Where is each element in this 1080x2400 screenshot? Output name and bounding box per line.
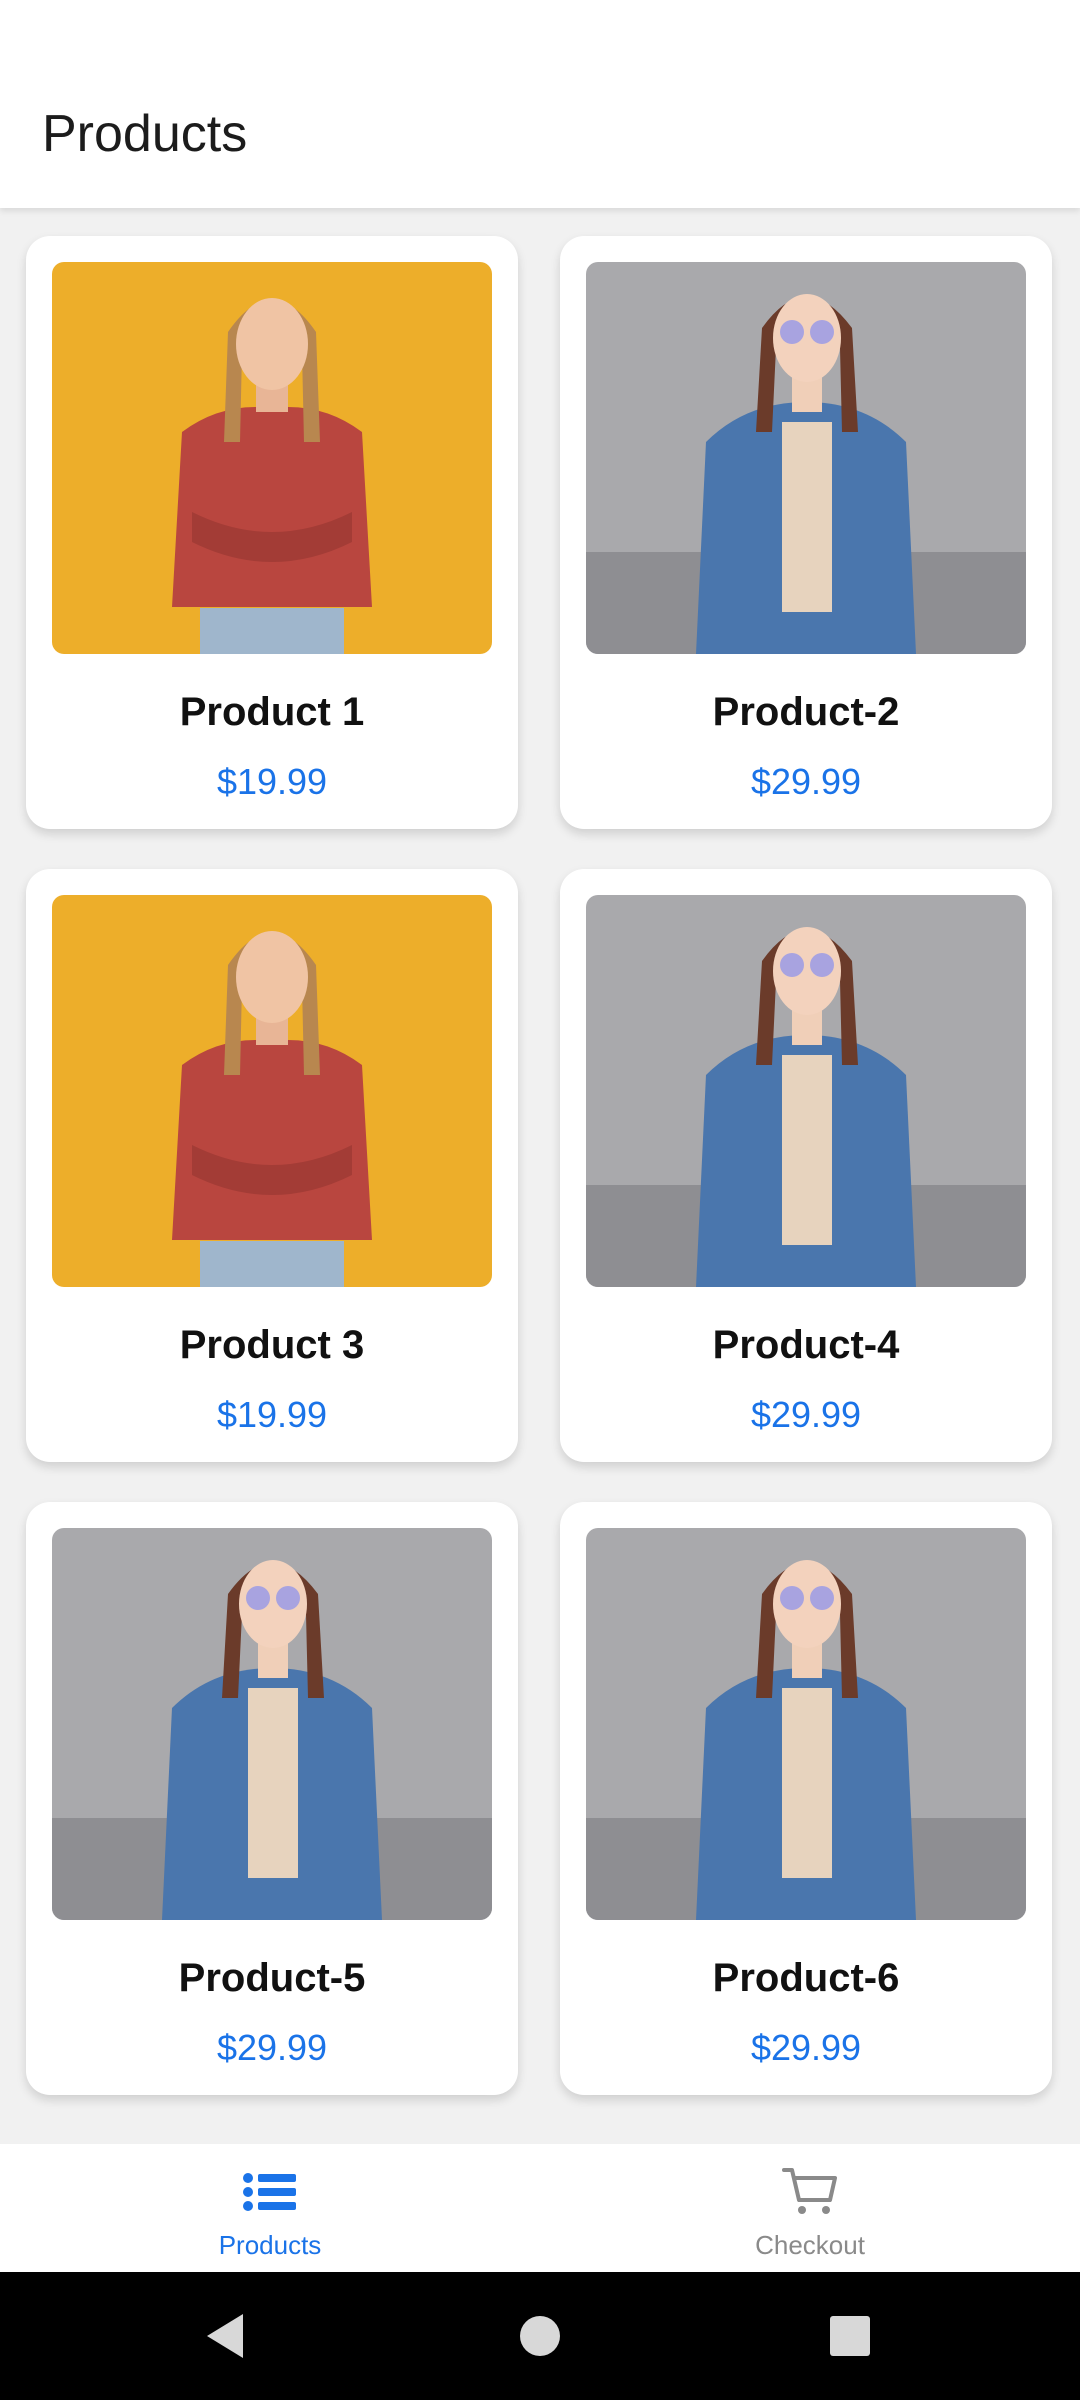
product-image (52, 262, 492, 654)
product-price: $29.99 (750, 2027, 862, 2068)
product-card[interactable]: Product-6 $29.99 (560, 1502, 1052, 2095)
app-header: Products (0, 0, 1080, 208)
product-card[interactable]: Product-2 $29.99 (560, 236, 1052, 829)
product-name: Product-4 (712, 1323, 900, 1367)
product-price: $29.99 (750, 761, 862, 802)
tab-products-label: Products (218, 2230, 322, 2260)
product-price: $19.99 (216, 1394, 328, 1435)
back-icon[interactable] (195, 2306, 255, 2366)
product-image (52, 895, 492, 1287)
product-price: $29.99 (750, 1394, 862, 1435)
product-card[interactable]: Product 1 $19.99 (26, 236, 518, 829)
system-navigation-bar (0, 2272, 1080, 2400)
home-icon[interactable] (510, 2306, 570, 2366)
tab-products[interactable]: Products (0, 2144, 540, 2272)
product-price: $29.99 (216, 2027, 328, 2068)
product-image (586, 262, 1026, 654)
product-name: Product 1 (179, 690, 365, 734)
bottom-nav: Products Checkout (0, 2144, 1080, 2272)
product-name: Product-2 (712, 690, 900, 734)
product-image (586, 1528, 1026, 1920)
product-image (586, 895, 1026, 1287)
product-name: Product 3 (179, 1323, 365, 1367)
page-title: Products (42, 105, 248, 163)
product-name: Product-6 (712, 1956, 900, 2000)
product-card[interactable]: Product-4 $29.99 (560, 869, 1052, 1462)
product-name: Product-5 (178, 1956, 366, 2000)
list-icon (243, 2173, 296, 2211)
cart-icon (782, 2168, 837, 2214)
tab-checkout-label: Checkout (755, 2230, 865, 2260)
product-price: $19.99 (216, 761, 328, 802)
product-image (52, 1528, 492, 1920)
recents-icon[interactable] (820, 2306, 880, 2366)
tab-checkout[interactable]: Checkout (540, 2144, 1080, 2272)
product-grid: Product 1 $19.99 Product-2 $29.99 Produc… (0, 208, 1080, 2144)
product-card[interactable]: Product-5 $29.99 (26, 1502, 518, 2095)
product-card[interactable]: Product 3 $19.99 (26, 869, 518, 1462)
